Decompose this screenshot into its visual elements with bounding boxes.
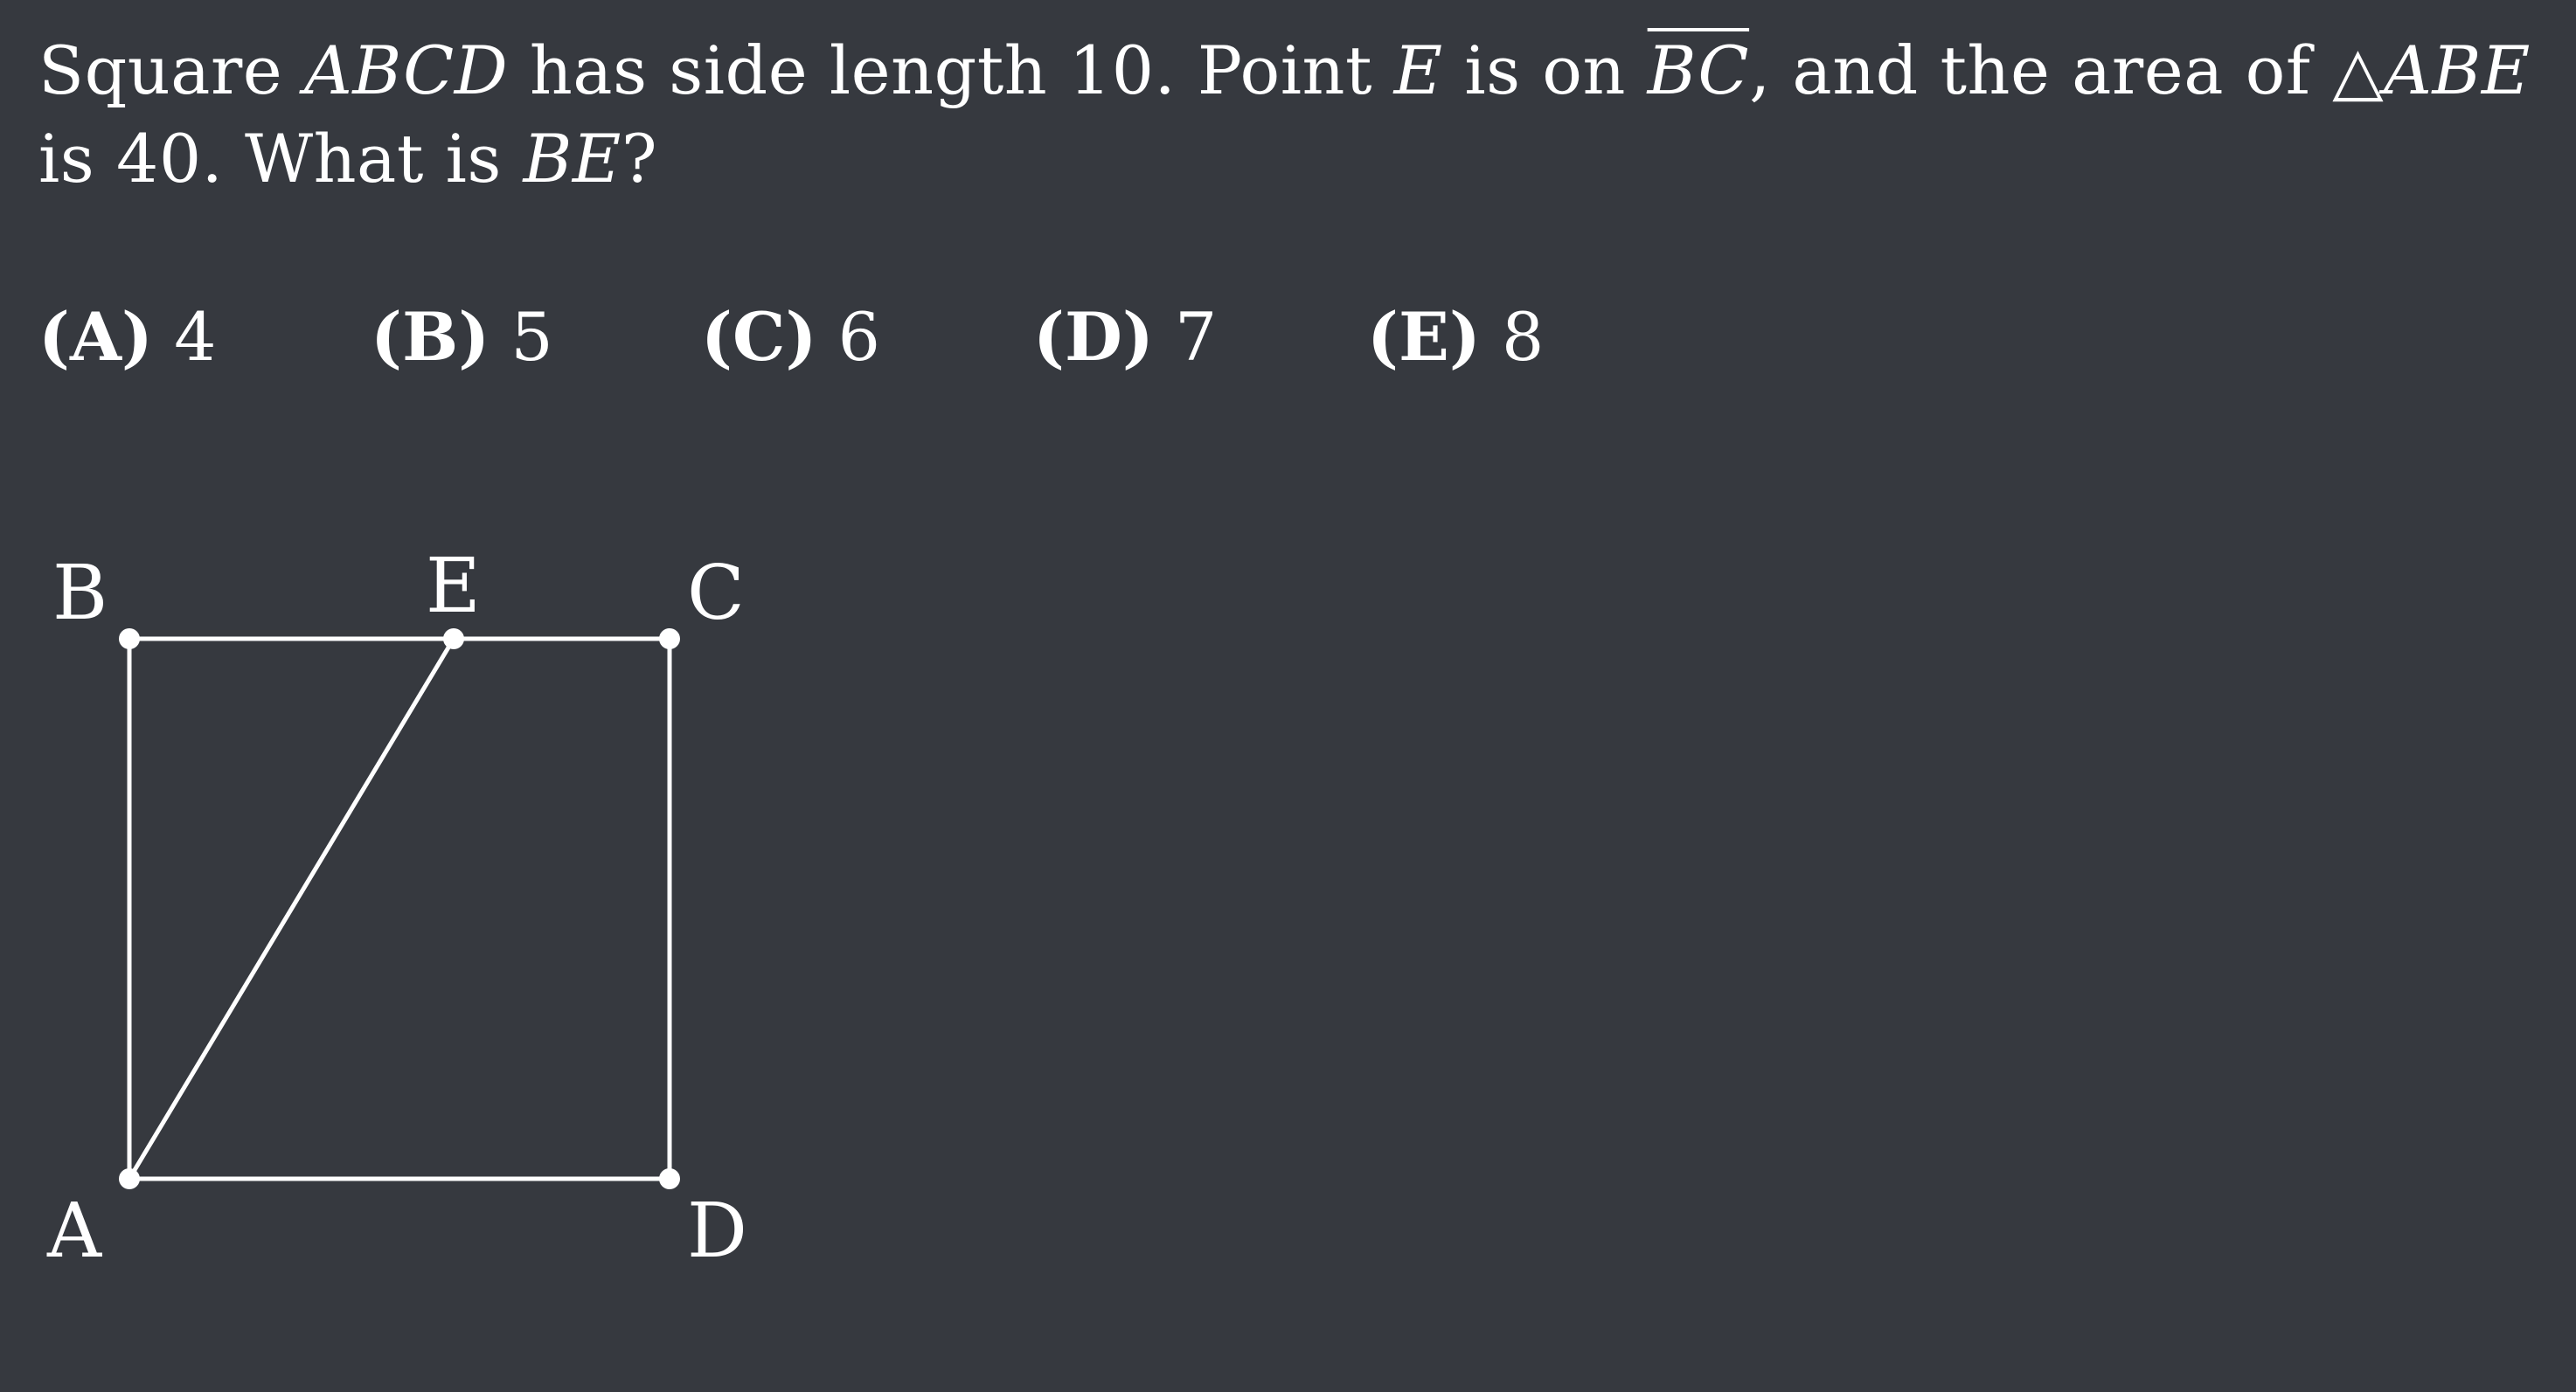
label-d: D	[687, 1188, 747, 1275]
geometry-figure: B E C A D	[46, 543, 747, 1275]
point-b	[119, 628, 140, 649]
segment-ae	[127, 636, 456, 1181]
label-e: E	[426, 543, 481, 630]
label-c: C	[687, 550, 745, 637]
point-c	[659, 628, 680, 649]
point-e	[443, 628, 464, 649]
point-d	[659, 1168, 680, 1189]
point-a	[119, 1168, 140, 1189]
label-b: B	[52, 550, 108, 637]
label-a: A	[46, 1188, 102, 1275]
